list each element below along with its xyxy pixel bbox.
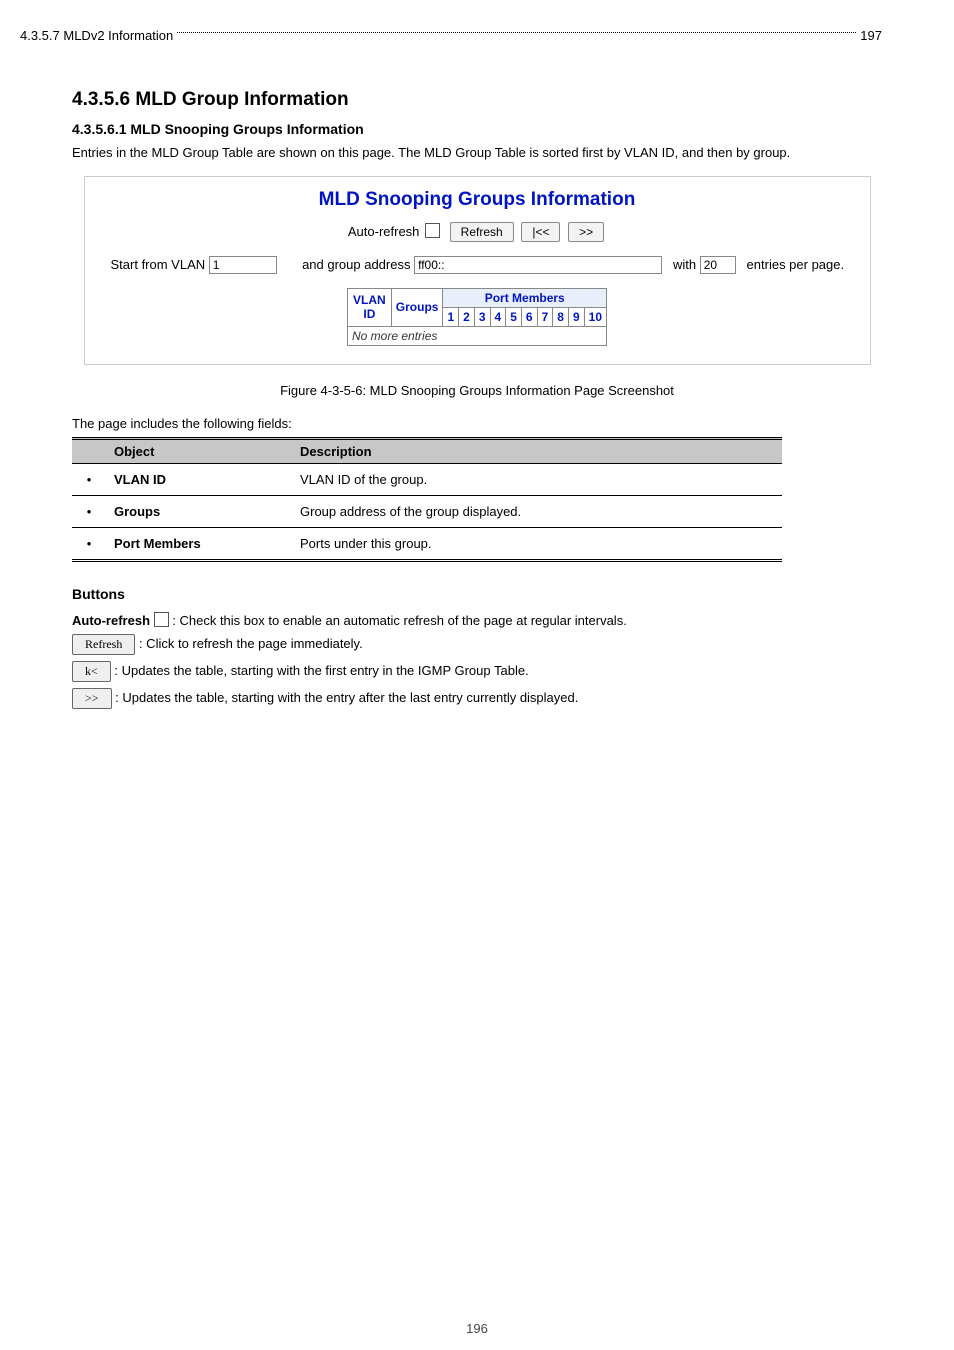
table-row: • VLAN ID VLAN ID of the group. bbox=[72, 463, 782, 495]
entries-input[interactable]: 20 bbox=[700, 256, 736, 274]
buttons-heading: Buttons bbox=[72, 586, 882, 602]
group-address-label: and group address bbox=[302, 257, 410, 272]
first-row: k< : Updates the table, starting with th… bbox=[72, 661, 882, 682]
object-table: Object Description • VLAN ID VLAN ID of … bbox=[72, 437, 782, 562]
next-page-button[interactable]: >> bbox=[568, 222, 604, 242]
obj-header-desc: Description bbox=[292, 438, 782, 463]
next-row: >> : Updates the table, starting with th… bbox=[72, 688, 882, 709]
group-table: VLAN ID Groups Port Members 1 2 3 4 5 6 … bbox=[347, 288, 607, 327]
auto-refresh-desc: : Check this box to enable an automatic … bbox=[172, 613, 627, 628]
toc-row: 4.3.5.7 MLDv2 Information 197 bbox=[20, 28, 882, 43]
toc-entry-page: 197 bbox=[860, 28, 882, 43]
group-address-input[interactable]: ff00:: bbox=[414, 256, 662, 274]
port-cell: 8 bbox=[553, 307, 569, 326]
refresh-row: Refresh : Click to refresh the page imme… bbox=[72, 634, 882, 655]
panel-title: MLD Snooping Groups Information bbox=[85, 189, 870, 211]
subsection-heading: 4.3.5.6.1 MLD Snooping Groups Informatio… bbox=[72, 121, 954, 137]
figure-caption: Figure 4-3-5-6: MLD Snooping Groups Info… bbox=[0, 383, 954, 398]
bullet-icon: • bbox=[72, 463, 106, 495]
obj-desc-line: The page includes the following fields: bbox=[72, 416, 882, 431]
group-table-wrap: VLAN ID Groups Port Members 1 2 3 4 5 6 … bbox=[347, 288, 607, 346]
checkbox-icon bbox=[154, 612, 169, 627]
port-cell: 10 bbox=[584, 307, 606, 326]
page-number: 196 bbox=[0, 1321, 954, 1336]
section-intro: Entries in the MLD Group Table are shown… bbox=[72, 143, 882, 164]
port-cell: 5 bbox=[506, 307, 522, 326]
port-cell: 2 bbox=[459, 307, 475, 326]
col-vlan-id: VLAN ID bbox=[348, 288, 392, 326]
obj-cell: Groups bbox=[106, 495, 292, 527]
refresh-desc: : Click to refresh the page immediately. bbox=[139, 636, 363, 651]
auto-refresh-label: Auto-refresh bbox=[72, 613, 150, 628]
port-cell: 6 bbox=[521, 307, 537, 326]
port-cell: 3 bbox=[474, 307, 490, 326]
obj-header-object: Object bbox=[106, 438, 292, 463]
obj-cell: VLAN ID bbox=[106, 463, 292, 495]
first-desc: : Updates the table, starting with the f… bbox=[114, 663, 528, 678]
next-desc: : Updates the table, starting with the e… bbox=[115, 690, 578, 705]
col-groups: Groups bbox=[391, 288, 443, 326]
auto-refresh-label: Auto-refresh bbox=[348, 224, 420, 239]
first-button-img: k< bbox=[72, 661, 111, 682]
obj-cell: Port Members bbox=[106, 527, 292, 560]
desc-cell: Ports under this group. bbox=[292, 527, 782, 560]
first-page-button[interactable]: |<< bbox=[521, 222, 560, 242]
port-cell: 9 bbox=[568, 307, 584, 326]
col-port-members: Port Members bbox=[443, 288, 607, 307]
vlan-input[interactable]: 1 bbox=[209, 256, 277, 274]
screenshot-panel: MLD Snooping Groups Information Auto-ref… bbox=[84, 176, 871, 365]
table-row: • Port Members Ports under this group. bbox=[72, 527, 782, 560]
port-cell: 1 bbox=[443, 307, 459, 326]
section-heading: 4.3.5.6 MLD Group Information bbox=[72, 89, 954, 111]
panel-controls: Auto-refresh Refresh |<< >> bbox=[85, 221, 870, 242]
refresh-button-img: Refresh bbox=[72, 634, 135, 655]
entries-suffix: entries per page. bbox=[747, 257, 845, 272]
port-cell: 7 bbox=[537, 307, 553, 326]
table-row: • Groups Group address of the group disp… bbox=[72, 495, 782, 527]
toc-dots bbox=[177, 32, 856, 33]
toc-entry-title: 4.3.5.7 MLDv2 Information bbox=[20, 28, 173, 43]
desc-cell: VLAN ID of the group. bbox=[292, 463, 782, 495]
with-label: with bbox=[673, 257, 696, 272]
start-vlan-label: Start from VLAN bbox=[111, 257, 206, 272]
bullet-icon: • bbox=[72, 527, 106, 560]
next-button-img: >> bbox=[72, 688, 112, 709]
refresh-button[interactable]: Refresh bbox=[450, 222, 514, 242]
buttons-section: Buttons Auto-refresh : Check this box to… bbox=[72, 586, 882, 709]
port-cell: 4 bbox=[490, 307, 506, 326]
auto-refresh-row: Auto-refresh : Check this box to enable … bbox=[72, 610, 882, 628]
auto-refresh-checkbox[interactable] bbox=[425, 223, 440, 238]
panel-filter-row: Start from VLAN 1 and group address ff00… bbox=[111, 256, 870, 274]
no-entries-row: No more entries bbox=[347, 327, 607, 346]
desc-cell: Group address of the group displayed. bbox=[292, 495, 782, 527]
bullet-icon: • bbox=[72, 495, 106, 527]
toc-fragment: 4.3.5.7 MLDv2 Information 197 bbox=[0, 0, 954, 53]
